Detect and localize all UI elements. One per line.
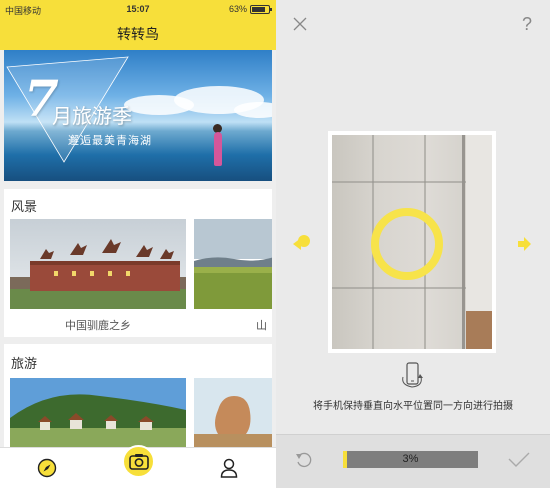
user-icon xyxy=(220,458,238,478)
help-button[interactable]: ? xyxy=(522,14,532,35)
section-title: 风景 xyxy=(11,199,38,214)
grassland-image xyxy=(194,219,272,309)
rotate-phone-indicator xyxy=(400,361,424,396)
section-title: 旅游 xyxy=(11,356,38,371)
close-icon xyxy=(293,17,307,31)
promo-banner[interactable]: 7 月旅游季 邂逅最美青海湖 xyxy=(4,50,272,181)
arrow-right-indicator xyxy=(518,237,532,256)
camera-button[interactable] xyxy=(122,445,155,478)
app-title: 转转鸟 xyxy=(117,26,159,42)
person-dress xyxy=(214,132,222,166)
travel-card[interactable] xyxy=(10,378,186,448)
capture-screen: ? 将手机保持垂直向水平位置同一方向进行拍摄 3% xyxy=(276,0,550,488)
scenery-card[interactable]: 中国驯鹿之乡 xyxy=(10,219,186,333)
undo-button[interactable] xyxy=(294,450,314,475)
status-right: 63% xyxy=(228,4,272,14)
banner-headline: 月旅游季 xyxy=(52,104,132,128)
camera-icon xyxy=(128,454,149,470)
card-caption: 山 xyxy=(256,320,267,332)
tab-discover[interactable] xyxy=(36,457,58,479)
battery-percent: 63% xyxy=(228,4,247,14)
capture-progress-bar: 3% xyxy=(343,451,478,468)
travel-card[interactable] xyxy=(194,378,272,448)
check-icon xyxy=(508,452,530,467)
compass-icon xyxy=(37,458,57,478)
capture-hint: 将手机保持垂直向水平位置同一方向进行拍摄 xyxy=(313,401,513,412)
floor-corner xyxy=(466,311,492,349)
section-travel: 旅游 xyxy=(4,344,272,448)
arrow-left-indicator xyxy=(292,233,312,260)
arrow-left-icon xyxy=(293,235,310,250)
phone-rotate-icon xyxy=(402,362,423,388)
scenery-card[interactable]: 山 xyxy=(194,219,272,333)
wall-edge xyxy=(466,135,492,311)
nav-bar: 转转鸟 xyxy=(0,20,276,50)
alignment-ring xyxy=(371,208,443,280)
banner-subtitle: 邂逅最美青海湖 xyxy=(68,135,152,147)
undo-icon xyxy=(296,452,312,468)
confirm-button[interactable] xyxy=(508,451,530,474)
village-image xyxy=(10,378,186,448)
close-button[interactable] xyxy=(292,16,308,37)
arrow-right-icon xyxy=(518,237,531,251)
capture-toolbar: 3% xyxy=(276,434,550,488)
reindeer-statue-image xyxy=(10,219,186,309)
tab-profile[interactable] xyxy=(218,457,240,479)
battery-icon xyxy=(250,4,272,14)
section-scenery: 风景 中国驯鹿之乡 山 xyxy=(4,189,272,337)
statue-image xyxy=(194,378,272,448)
progress-label: 3% xyxy=(402,453,419,465)
status-bar: 中国移动 15:07 63% xyxy=(0,0,276,20)
panel-seam xyxy=(462,135,465,349)
card-caption: 中国驯鹿之乡 xyxy=(65,320,131,332)
feed-screen: 中国移动 15:07 63% 转转鸟 7 月旅游季 邂逅最美青海湖 风景 中国驯… xyxy=(0,0,276,488)
